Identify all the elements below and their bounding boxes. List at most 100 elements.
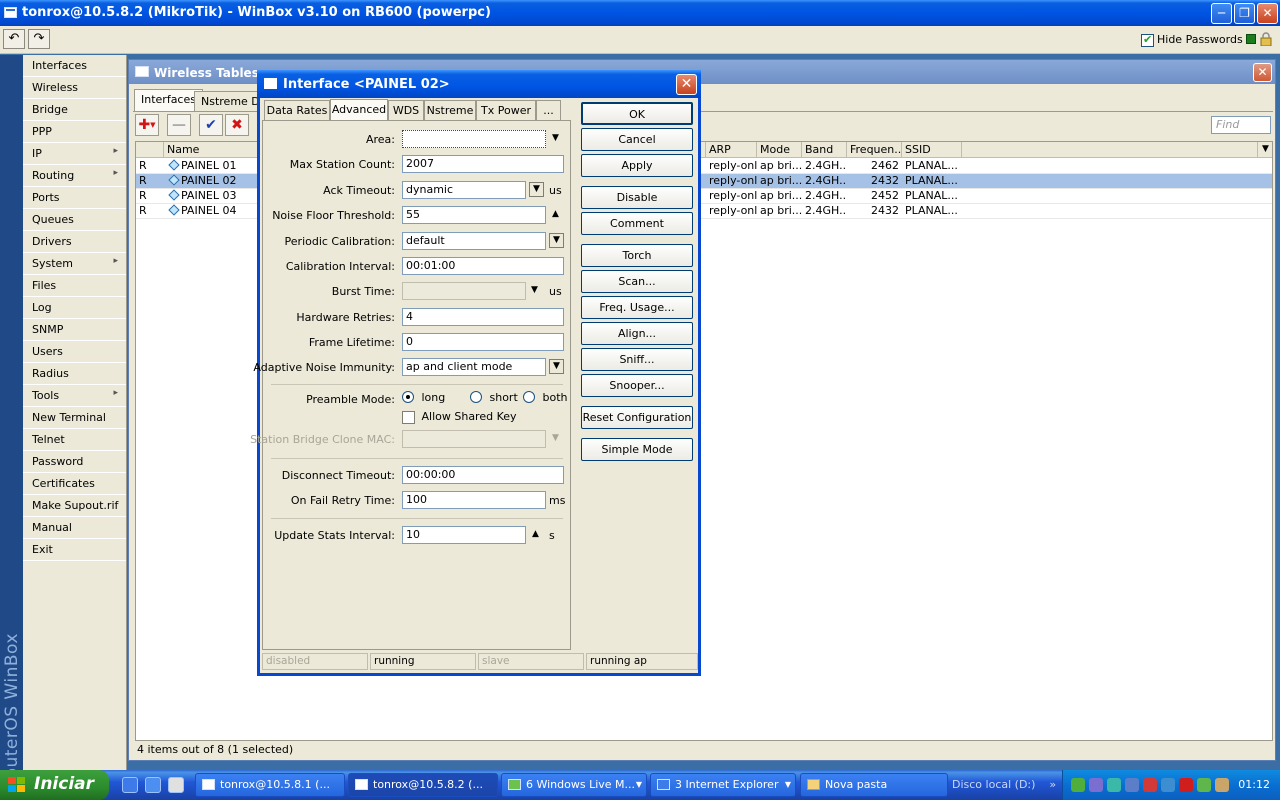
periodic-calibration-dropdown-icon[interactable]: ▼ (549, 233, 564, 248)
simple-mode-button[interactable]: Simple Mode (581, 438, 693, 461)
sidebar-item-bridge[interactable]: Bridge (23, 99, 126, 121)
start-button[interactable]: Iniciar (0, 770, 109, 800)
frame-lifetime-input[interactable]: 0 (402, 333, 564, 351)
redo-button[interactable]: ↷ (28, 29, 50, 49)
sidebar-item-log[interactable]: Log (23, 297, 126, 319)
tab-wds[interactable]: WDS (388, 100, 424, 120)
messenger-tray-icon[interactable] (1071, 778, 1085, 792)
column-chooser-dropdown[interactable]: ▼ (1258, 142, 1272, 158)
adaptive-noise-immunity-dropdown-icon[interactable]: ▼ (549, 359, 564, 374)
update-tray-icon[interactable] (1161, 778, 1175, 792)
sidebar-item-snmp[interactable]: SNMP (23, 319, 126, 341)
noise-floor-threshold-input[interactable]: 55 (402, 206, 546, 224)
align-button[interactable]: Align... (581, 322, 693, 345)
sidebar-item-routing[interactable]: Routing ▸ (23, 165, 126, 187)
reset-configuration-button[interactable]: Reset Configuration (581, 406, 693, 429)
snooper-button[interactable]: Snooper... (581, 374, 693, 397)
find-input[interactable]: Find (1211, 116, 1271, 134)
calibration-interval-input[interactable]: 00:01:00 (402, 257, 564, 275)
wifi-tray-icon[interactable] (1107, 778, 1121, 792)
tab-data-rates[interactable]: Data Rates (264, 100, 330, 120)
sidebar-item-queues[interactable]: Queues (23, 209, 126, 231)
sidebar-item-tools[interactable]: Tools ▸ (23, 385, 126, 407)
preamble-long-option[interactable]: long (402, 391, 445, 404)
torch-button[interactable]: Torch (581, 244, 693, 267)
sniff-button[interactable]: Sniff... (581, 348, 693, 371)
sidebar-item-exit[interactable]: Exit (23, 539, 126, 561)
wireless-tables-close-button[interactable]: ✕ (1253, 63, 1272, 82)
sidebar-item-telnet[interactable]: Telnet (23, 429, 126, 451)
sidebar-item-ports[interactable]: Ports (23, 187, 126, 209)
preamble-short-radio[interactable] (470, 391, 482, 403)
app-title-bar[interactable]: tonrox@10.5.8.2 (MikroTik) - WinBox v3.1… (0, 0, 1280, 26)
user-tray-icon[interactable] (1197, 778, 1211, 792)
task-nova-pasta[interactable]: Nova pasta (800, 773, 948, 797)
disconnect-timeout-input[interactable]: 00:00:00 (402, 466, 564, 484)
burst-time-dropdown-arrow-icon[interactable]: ▼ (531, 285, 538, 295)
column-frequency[interactable]: Frequen... (847, 142, 902, 158)
sidebar-item-ppp[interactable]: PPP (23, 121, 126, 143)
tab-advanced[interactable]: Advanced (330, 99, 388, 121)
on-fail-retry-time-input[interactable]: 100 (402, 491, 546, 509)
sidebar-item-users[interactable]: Users (23, 341, 126, 363)
column-ssid[interactable]: SSID (902, 142, 962, 158)
station-bridge-clone-mac-dropdown-icon[interactable]: ▼ (552, 433, 559, 443)
enable-button[interactable]: ✔ (199, 114, 223, 136)
ack-timeout-input[interactable]: dynamic (402, 181, 526, 199)
task-windows-live-messenger[interactable]: 6 Windows Live M... ▼ (501, 773, 647, 797)
burst-time-input[interactable] (402, 282, 526, 300)
update-stats-interval-collapse-icon[interactable]: ▲ (532, 529, 539, 539)
periodic-calibration-select[interactable]: default (402, 232, 546, 250)
quicklaunch-email-icon[interactable] (145, 777, 161, 793)
scan-button[interactable]: Scan... (581, 270, 693, 293)
restore-button[interactable]: ❐ (1234, 3, 1255, 24)
hardware-retries-input[interactable]: 4 (402, 308, 564, 326)
sidebar-item-drivers[interactable]: Drivers (23, 231, 126, 253)
monitor-tray-icon[interactable] (1125, 778, 1139, 792)
undo-button[interactable]: ↶ (3, 29, 25, 49)
antivirus-tray-icon[interactable] (1179, 778, 1193, 792)
allow-shared-key-checkbox[interactable] (402, 410, 415, 424)
dialog-title-bar[interactable]: Interface <PAINEL 02> ✕ (257, 70, 701, 98)
preamble-long-radio[interactable] (402, 391, 414, 403)
freq-usage-button[interactable]: Freq. Usage... (581, 296, 693, 319)
column-mode[interactable]: Mode (757, 142, 802, 158)
task-winbox-2[interactable]: tonrox@10.5.8.2 (... (348, 773, 498, 797)
sidebar-item-make-supout-rif[interactable]: Make Supout.rif (23, 495, 126, 517)
tab-tx-power[interactable]: Tx Power (476, 100, 536, 120)
ack-timeout-dropdown-icon[interactable]: ▼ (529, 182, 544, 197)
update-stats-interval-input[interactable]: 10 (402, 526, 526, 544)
sidebar-item-certificates[interactable]: Certificates (23, 473, 126, 495)
remove-button[interactable]: — (167, 114, 191, 136)
column-arp[interactable]: ARP (706, 142, 757, 158)
tab-more[interactable]: ... (536, 100, 561, 120)
ok-button[interactable]: OK (581, 102, 693, 125)
quicklaunch-ie-icon[interactable] (122, 777, 138, 793)
sidebar-item-wireless[interactable]: Wireless (23, 77, 126, 99)
tab-nstreme[interactable]: Nstreme (424, 100, 476, 120)
allow-shared-key-option[interactable]: Allow Shared Key (402, 410, 517, 424)
area-select[interactable] (402, 130, 546, 148)
clock[interactable]: 01:12 (1238, 770, 1270, 800)
network-tray-icon[interactable] (1089, 778, 1103, 792)
preamble-short-option[interactable]: short (470, 391, 518, 404)
hide-passwords-toggle[interactable]: Hide Passwords (1141, 33, 1243, 47)
sidebar-item-password[interactable]: Password (23, 451, 126, 473)
sidebar-item-ip[interactable]: IP ▸ (23, 143, 126, 165)
tab-interfaces[interactable]: Interfaces (134, 89, 203, 111)
adaptive-noise-immunity-select[interactable]: ap and client mode (402, 358, 546, 376)
security-tray-icon[interactable] (1143, 778, 1157, 792)
task-winbox-1[interactable]: tonrox@10.5.8.1 (... (195, 773, 345, 797)
area-dropdown-arrow-icon[interactable]: ▼ (552, 133, 559, 143)
sidebar-item-new-terminal[interactable]: New Terminal (23, 407, 126, 429)
quicklaunch-desktop-icon[interactable] (168, 777, 184, 793)
sidebar-item-manual[interactable]: Manual (23, 517, 126, 539)
minimize-button[interactable]: ─ (1211, 3, 1232, 24)
max-station-count-input[interactable]: 2007 (402, 155, 564, 173)
apply-button[interactable]: Apply (581, 154, 693, 177)
volume-tray-icon[interactable] (1215, 778, 1229, 792)
preamble-both-option[interactable]: both (523, 391, 568, 404)
task-internet-explorer[interactable]: 3 Internet Explorer ▼ (650, 773, 796, 797)
sidebar-item-radius[interactable]: Radius (23, 363, 126, 385)
sidebar-item-system[interactable]: System ▸ (23, 253, 126, 275)
